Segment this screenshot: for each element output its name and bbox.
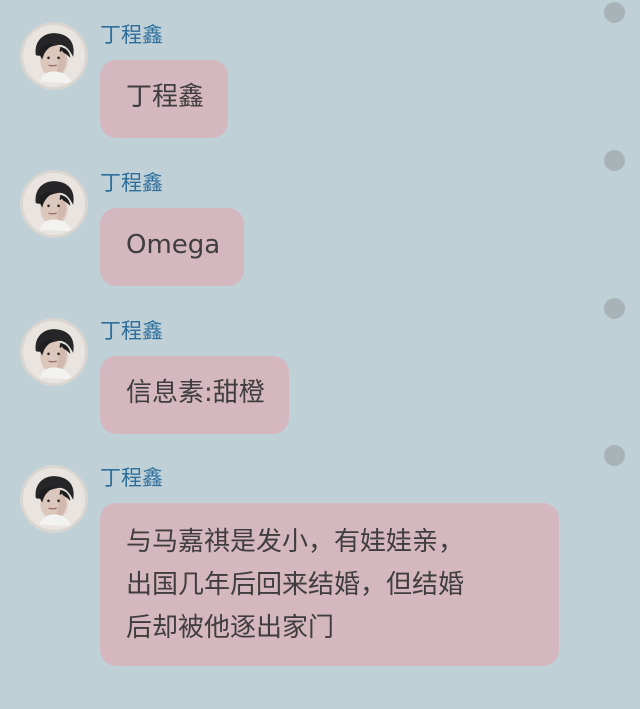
portrait-avatar-icon xyxy=(23,321,85,383)
avatar[interactable] xyxy=(20,170,88,238)
message-text: 信息素:甜橙 xyxy=(126,378,265,408)
message-bubble[interactable]: Omega xyxy=(100,208,245,286)
portrait-avatar-icon xyxy=(23,173,85,235)
message-bubble[interactable]: 丁程鑫 xyxy=(100,60,229,138)
message-bubble[interactable]: 信息素:甜橙 xyxy=(100,356,289,434)
portrait-avatar-icon xyxy=(23,25,85,87)
sender-name: 丁程鑫 xyxy=(100,23,163,47)
message-bubble[interactable]: 与马嘉祺是发小，有娃娃亲， 出国几年后回来结婚，但结婚 后却被他逐出家门 xyxy=(100,503,559,666)
status-dot[interactable] xyxy=(604,2,625,23)
status-dot[interactable] xyxy=(604,298,625,319)
avatar[interactable] xyxy=(20,465,88,533)
avatar[interactable] xyxy=(20,318,88,386)
avatar[interactable] xyxy=(20,22,88,90)
message-text-line-2: 出国几年后回来结婚，但结婚 xyxy=(126,570,465,600)
message-text-line-3: 后却被他逐出家门 xyxy=(126,613,335,643)
message-text: Omega xyxy=(126,230,221,260)
sender-name: 丁程鑫 xyxy=(100,171,163,195)
status-dot[interactable] xyxy=(604,445,625,466)
status-dot[interactable] xyxy=(604,150,625,171)
message-text-line-1: 与马嘉祺是发小，有娃娃亲， xyxy=(126,527,465,557)
sender-name: 丁程鑫 xyxy=(100,319,163,343)
portrait-avatar-icon xyxy=(23,468,85,530)
sender-name: 丁程鑫 xyxy=(100,466,163,490)
message-text: 丁程鑫 xyxy=(126,82,205,112)
